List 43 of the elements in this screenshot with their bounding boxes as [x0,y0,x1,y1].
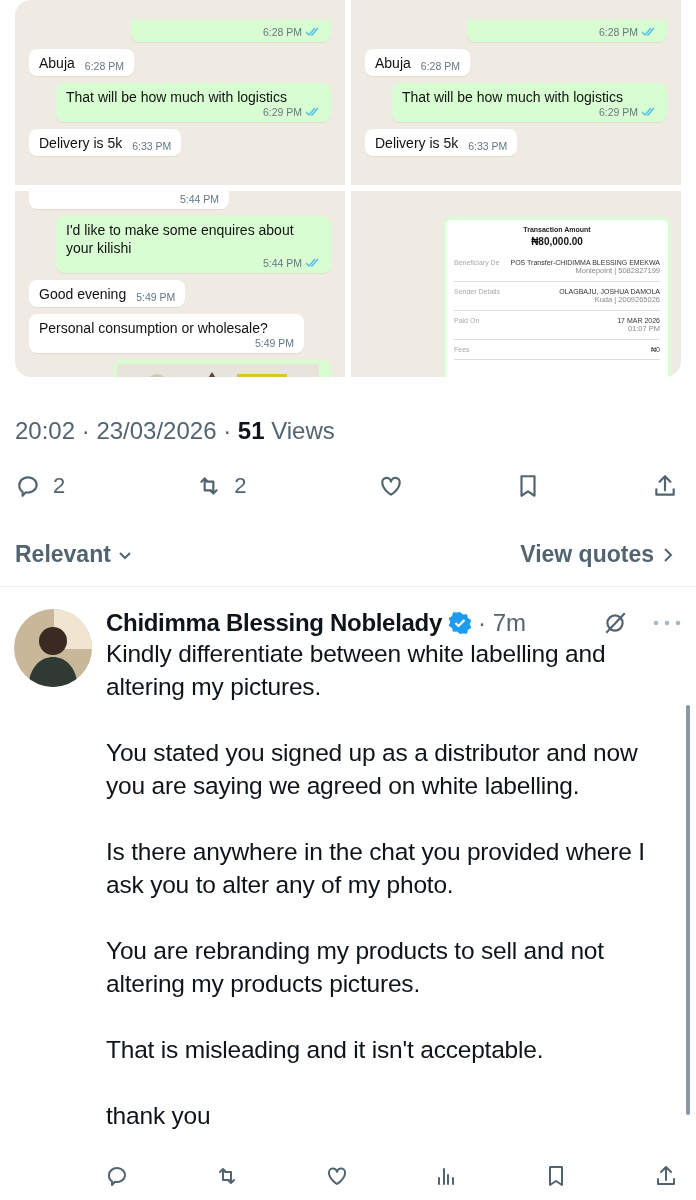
message-time: 5:49 PM [136,291,176,303]
author-name[interactable]: Chidimma Blessing Noblelady [106,609,442,637]
post-age: · 7m [478,609,526,637]
sort-dropdown[interactable]: Relevant [15,541,133,568]
message-text: I'd like to make some enquires about your kilishi [66,221,295,257]
reply-button[interactable]: 2 [15,473,85,499]
message-text: That will be how much with logistics [66,88,288,106]
message-text: Personal consumption or wholesale? [39,319,269,337]
message-time: 5:44 PM [179,193,219,205]
message-text: That will be how much with logistics [402,88,624,106]
reply-text: Is there anywhere in the chat you provided where I ask you to alter any of my photo. [106,837,646,900]
message-time: 6:29 PM [262,106,302,118]
reply-text: thank you [106,1101,212,1131]
message-time: 6:28 PM [598,26,638,38]
reply-button[interactable] [105,1164,129,1188]
reply-text: That is misleading and it isn't acceptable. [106,1035,545,1065]
share-button[interactable] [654,1164,678,1188]
message-time: 6:33 PM [468,140,508,152]
message-time: 6:33 PM [132,140,172,152]
message-time: 6:29 PM [598,106,638,118]
reply-icon [105,1164,129,1188]
share-button[interactable] [652,473,678,499]
message-time: 6:28 PM [420,60,460,72]
repost-button[interactable]: 2 [196,473,267,499]
message-text: Abuja [375,54,411,72]
reply-text: Kindly differentiate between white labelling and altering my pictures. [106,639,607,702]
message-text: Abuja [39,54,75,72]
receipt-amount: ₦80,000.00 [531,236,583,247]
reply-text: You are rebranding my products to sell and not altering my products pictures. [106,936,605,999]
message-text: Good evening [39,285,127,303]
message-time: 5:44 PM [262,257,302,269]
message-time: 6:28 PM [262,26,302,38]
reply-icon [15,473,41,499]
scrollbar[interactable] [686,705,690,1115]
message-text: Delivery is 5k [375,134,459,152]
share-icon [654,1164,678,1188]
view-quotes-link[interactable]: View quotes [520,541,676,568]
message-text: Delivery is 5k [39,134,123,152]
message-time: 5:49 PM [254,337,294,349]
share-icon [652,473,678,499]
reply-text: You stated you signed up as a distributor and now you are saying we agreed on white labelling. [106,738,639,801]
post-timestamp: 20:02 · 23/03/2026 · 51 Views [15,417,336,445]
message-time: 6:28 PM [84,60,124,72]
